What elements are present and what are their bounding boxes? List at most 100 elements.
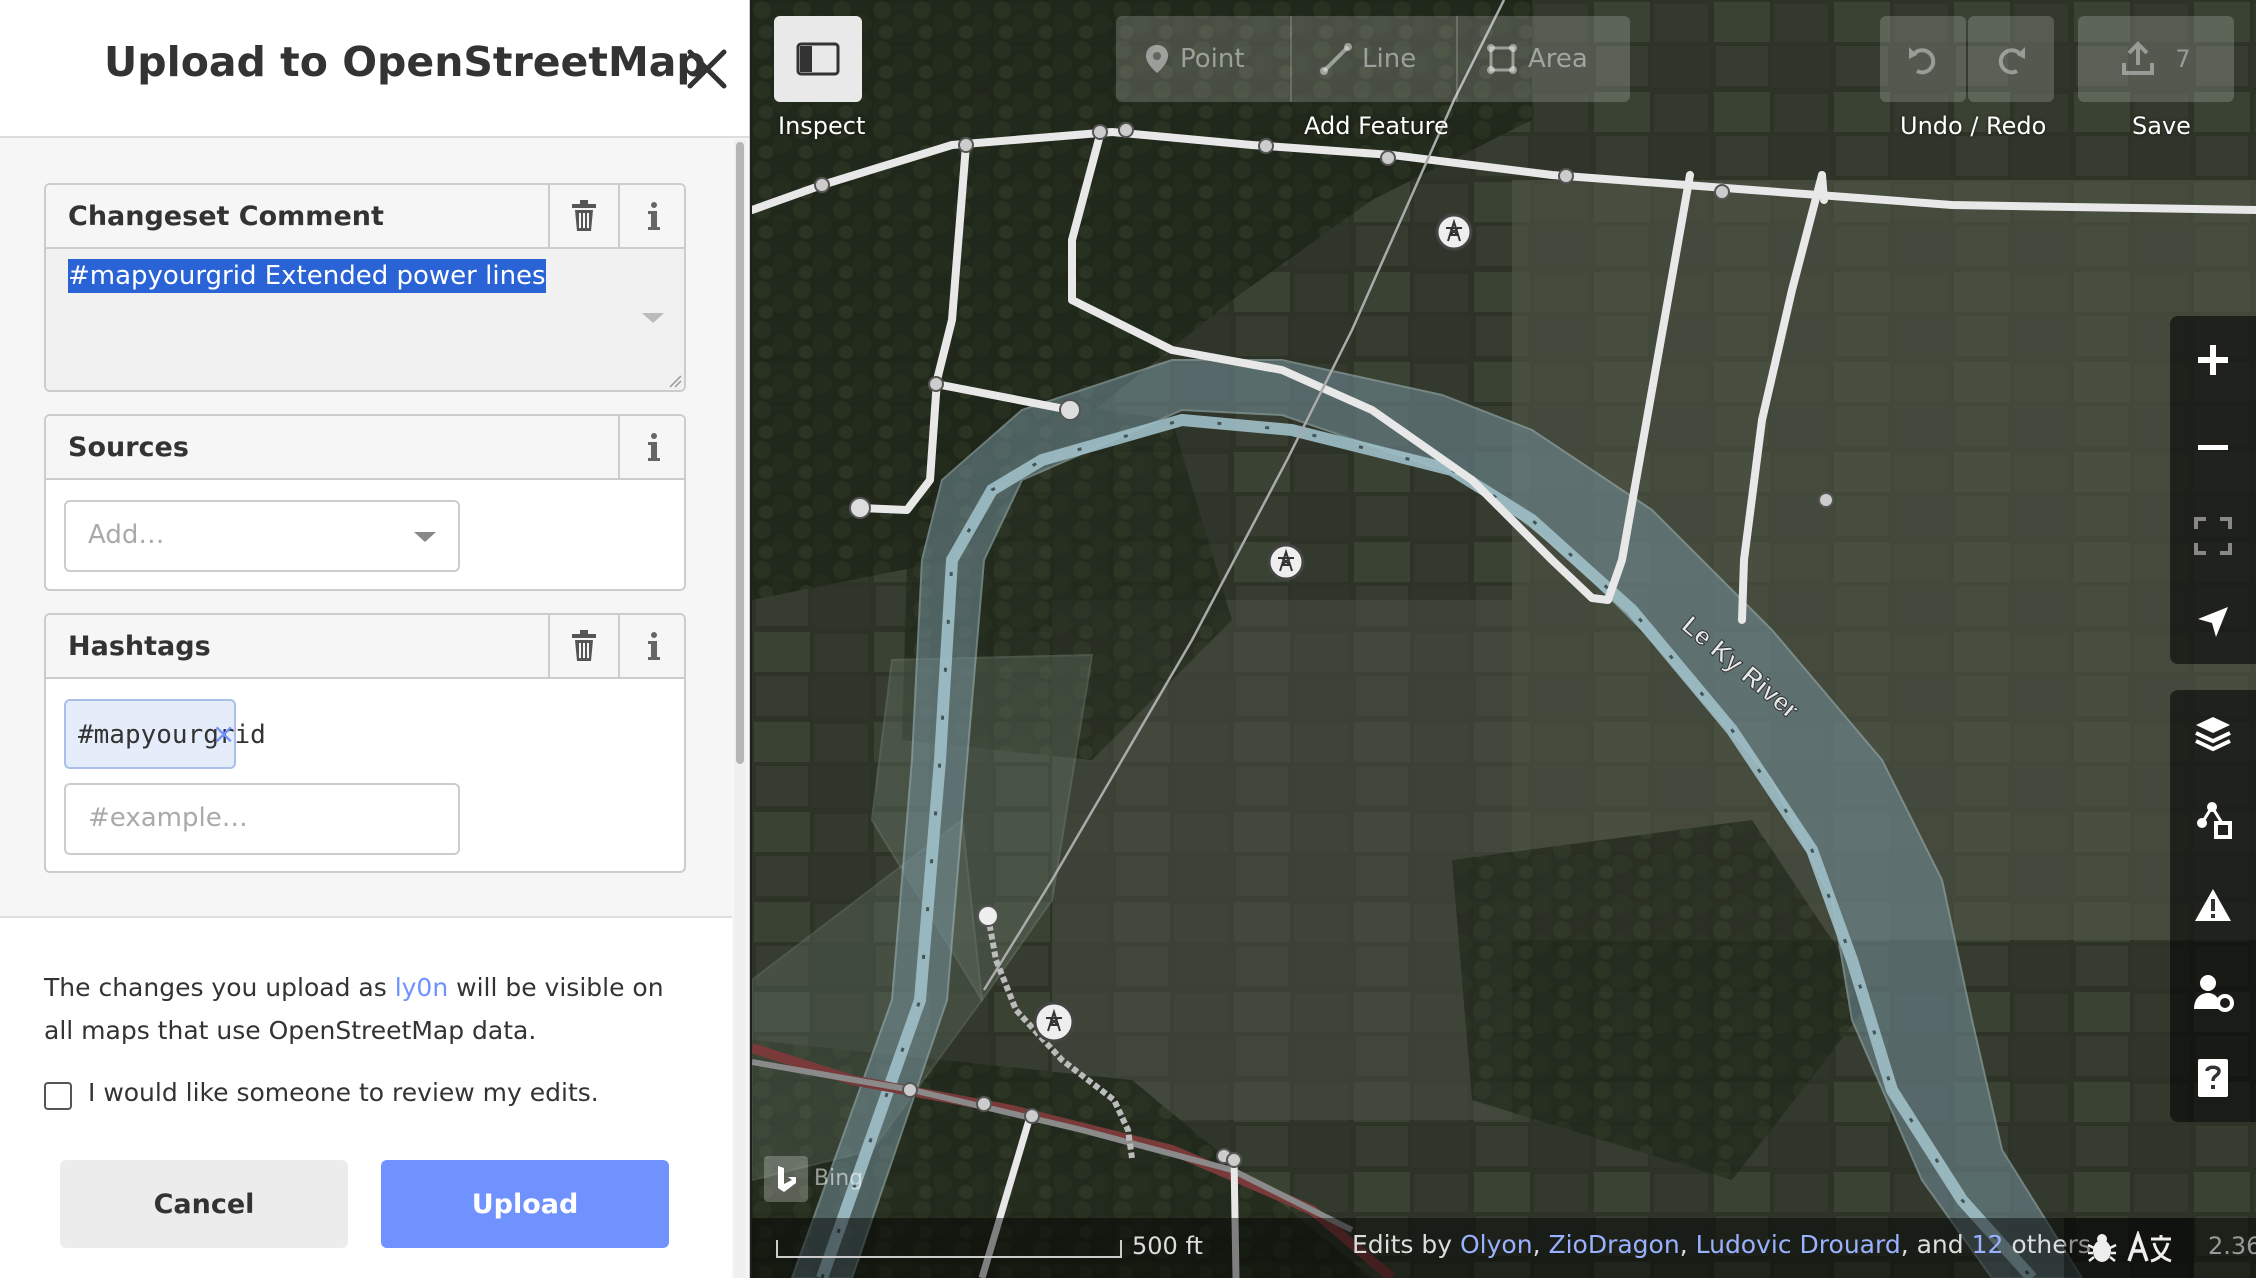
- info-icon: [648, 632, 660, 660]
- power-tower-icon[interactable]: [1033, 1001, 1075, 1043]
- sidebar: Upload to OpenStreetMap Changeset Commen…: [0, 0, 750, 1278]
- sources-field: Sources Add…: [44, 414, 686, 591]
- map-data-button[interactable]: [2170, 776, 2256, 864]
- undo-button[interactable]: [1880, 16, 1966, 102]
- zoom-to-selection-button[interactable]: [2170, 492, 2256, 580]
- field-label: Hashtags: [68, 631, 211, 662]
- info-icon: [648, 202, 660, 230]
- resize-grip-icon[interactable]: [668, 374, 682, 388]
- hashtag-chip[interactable]: #mapyourgrid ×: [64, 699, 266, 769]
- review-checkbox[interactable]: [44, 1082, 72, 1110]
- review-checkbox-label[interactable]: I would like someone to review my edits.: [88, 1078, 599, 1107]
- others-count-link[interactable]: 12: [1972, 1230, 2004, 1259]
- changeset-comment-field: Changeset Comment #mapyourgrid Extended …: [44, 183, 686, 392]
- line-icon: [1320, 43, 1352, 75]
- upload-footer: The changes you upload as ly0n will be v…: [0, 916, 732, 1278]
- close-button[interactable]: [682, 36, 732, 98]
- sidebar-toggle-icon: [796, 42, 840, 76]
- add-line-label: Line: [1362, 44, 1417, 74]
- save-button[interactable]: 7: [2078, 16, 2234, 102]
- map-canvas[interactable]: Le Ky River: [752, 0, 2256, 1278]
- geolocate-button[interactable]: [2170, 578, 2256, 666]
- contributor-link[interactable]: Olyon: [1460, 1230, 1533, 1259]
- upload-notice: The changes you upload as ly0n will be v…: [44, 966, 684, 1052]
- imagery-label: Bing: [814, 1166, 864, 1191]
- toolbar-divider: [1456, 16, 1458, 102]
- undo-redo-label: Undo / Redo: [1900, 112, 2047, 140]
- trash-icon: [572, 630, 596, 661]
- help-button[interactable]: [2170, 1034, 2256, 1122]
- add-area-button[interactable]: Area: [1486, 16, 1588, 102]
- zoom-in-button[interactable]: [2170, 316, 2256, 404]
- translate-icon[interactable]: [2127, 1231, 2173, 1265]
- contributor-link[interactable]: ZioDragon: [1548, 1230, 1679, 1259]
- scrollbar-thumb[interactable]: [736, 142, 744, 764]
- edits-prefix: Edits by: [1352, 1230, 1460, 1259]
- field-header: Sources: [46, 416, 684, 480]
- add-area-label: Area: [1528, 44, 1588, 74]
- location-arrow-icon: [2198, 607, 2228, 637]
- map[interactable]: Le Ky River Inspect Point Line Area Add …: [752, 0, 2256, 1278]
- inspect-button[interactable]: [774, 16, 862, 102]
- sources-combobox[interactable]: Add…: [64, 500, 460, 572]
- inspect-label: Inspect: [778, 112, 866, 140]
- zoom-out-button[interactable]: [2170, 404, 2256, 492]
- preferences-button[interactable]: [2170, 948, 2256, 1036]
- chevron-down-icon[interactable]: [642, 313, 664, 323]
- add-point-label: Point: [1180, 44, 1245, 74]
- field-label: Sources: [68, 432, 189, 463]
- hashtags-placeholder: #example…: [88, 803, 248, 833]
- sources-info-button[interactable]: [618, 416, 684, 478]
- issues-button[interactable]: [2170, 862, 2256, 950]
- road-endpoint[interactable]: [849, 497, 871, 519]
- field-label: Changeset Comment: [68, 201, 384, 232]
- comment-info-button[interactable]: [618, 185, 684, 247]
- page-title: Upload to OpenStreetMap: [104, 38, 706, 86]
- map-footer: 500 ft Edits by Olyon, ZioDragon, Ludovi…: [752, 1218, 2256, 1278]
- scale-label: 500 ft: [1132, 1232, 1203, 1260]
- version-label: 2.36.0: [2208, 1232, 2256, 1260]
- clear-hashtags-button[interactable]: [548, 615, 618, 677]
- hashtags-input[interactable]: #example…: [64, 783, 460, 855]
- layers-icon: [2195, 717, 2231, 752]
- add-point-button[interactable]: Point: [1144, 16, 1245, 102]
- trash-icon: [572, 200, 596, 231]
- add-feature-label: Add Feature: [1304, 112, 1449, 140]
- redo-icon: [1998, 47, 2025, 75]
- scale-bar[interactable]: [776, 1240, 1122, 1258]
- contributor-link[interactable]: Ludovic Drouard: [1696, 1230, 1901, 1259]
- report-bug-area: [2064, 1218, 2194, 1278]
- power-tower-icon[interactable]: [1435, 213, 1473, 251]
- draft-line-endpoint[interactable]: [977, 905, 999, 927]
- power-tower-icon[interactable]: [1267, 543, 1305, 581]
- clear-comment-button[interactable]: [548, 185, 618, 247]
- upload-button[interactable]: Upload: [381, 1160, 669, 1248]
- map-panes-controls: [2170, 690, 2256, 1122]
- background-layers-button[interactable]: [2170, 690, 2256, 778]
- sources-placeholder: Add…: [88, 520, 165, 550]
- field-header: Hashtags: [46, 615, 684, 679]
- sidebar-scrollbar[interactable]: [734, 140, 746, 1278]
- plus-icon: [2198, 345, 2228, 375]
- notice-prefix: The changes you upload as: [44, 973, 395, 1002]
- hashtags-field: Hashtags #mapyourgrid × #example…: [44, 613, 686, 873]
- road-endpoint[interactable]: [1059, 399, 1081, 421]
- chevron-down-icon[interactable]: [414, 532, 436, 542]
- cancel-button[interactable]: Cancel: [60, 1160, 348, 1248]
- field-header: Changeset Comment: [46, 185, 684, 249]
- sidebar-header: Upload to OpenStreetMap: [0, 0, 749, 138]
- user-link[interactable]: ly0n: [395, 973, 449, 1002]
- info-icon: [648, 433, 660, 461]
- zoom-controls: [2170, 316, 2256, 664]
- bug-icon[interactable]: [2085, 1231, 2119, 1265]
- hashtag-chip-label: #mapyourgrid: [78, 720, 266, 750]
- add-line-button[interactable]: Line: [1320, 16, 1416, 102]
- remove-hashtag-icon[interactable]: ×: [212, 717, 235, 750]
- close-icon: [687, 49, 727, 89]
- road-vertical-right[interactable]: [1818, 171, 1828, 204]
- redo-button[interactable]: [1968, 16, 2054, 102]
- comment-textarea[interactable]: #mapyourgrid Extended power lines: [46, 249, 684, 390]
- hashtags-info-button[interactable]: [618, 615, 684, 677]
- area-icon: [1487, 44, 1517, 74]
- warning-icon: [2195, 889, 2231, 921]
